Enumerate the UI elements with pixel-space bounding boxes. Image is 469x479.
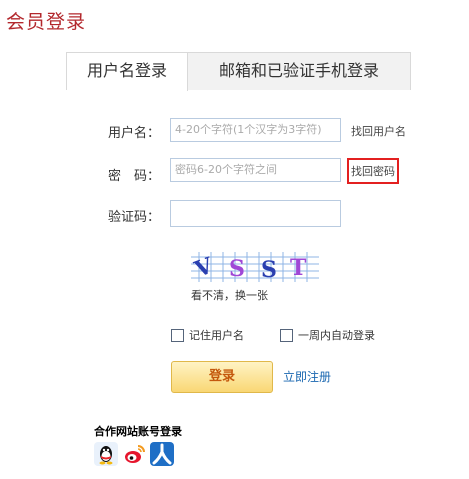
tab-username-login[interactable]: 用户名登录 bbox=[67, 53, 188, 91]
renren-icon[interactable] bbox=[150, 442, 174, 466]
auto-login-checkbox[interactable] bbox=[280, 329, 293, 342]
captcha-image[interactable]: V S S T bbox=[191, 252, 319, 282]
weibo-icon[interactable] bbox=[122, 442, 146, 466]
login-tabs: 用户名登录 邮箱和已验证手机登录 bbox=[66, 52, 411, 91]
tab-email-phone-login[interactable]: 邮箱和已验证手机登录 bbox=[188, 53, 410, 90]
captcha-input[interactable] bbox=[170, 200, 341, 227]
captcha-refresh-link[interactable]: 看不清，换一张 bbox=[191, 287, 268, 303]
captcha-char-2: S bbox=[229, 256, 245, 282]
login-button[interactable]: 登录 bbox=[171, 361, 273, 393]
captcha-label: 验证码： bbox=[107, 210, 160, 225]
register-link[interactable]: 立即注册 bbox=[283, 368, 331, 385]
page-title: 会员登录 bbox=[6, 11, 87, 33]
remember-username-label: 记住用户名 bbox=[189, 329, 244, 342]
username-label: 用户名： bbox=[107, 126, 160, 141]
username-input[interactable]: 4-20个字符(1个汉字为3字符) bbox=[170, 118, 341, 142]
qq-icon[interactable] bbox=[94, 442, 118, 466]
remember-username-checkbox[interactable] bbox=[171, 329, 184, 342]
password-label: 密 码： bbox=[107, 169, 160, 184]
auto-login-label: 一周内自动登录 bbox=[298, 329, 375, 342]
password-input[interactable]: 密码6-20个字符之间 bbox=[170, 158, 341, 182]
find-username-link[interactable]: 找回用户名 bbox=[351, 123, 406, 139]
find-password-link[interactable]: 找回密码 bbox=[347, 158, 399, 184]
captcha-char-4: T bbox=[290, 255, 307, 281]
partner-login-title: 合作网站账号登录 bbox=[94, 425, 182, 438]
captcha-char-3: S bbox=[261, 257, 277, 282]
